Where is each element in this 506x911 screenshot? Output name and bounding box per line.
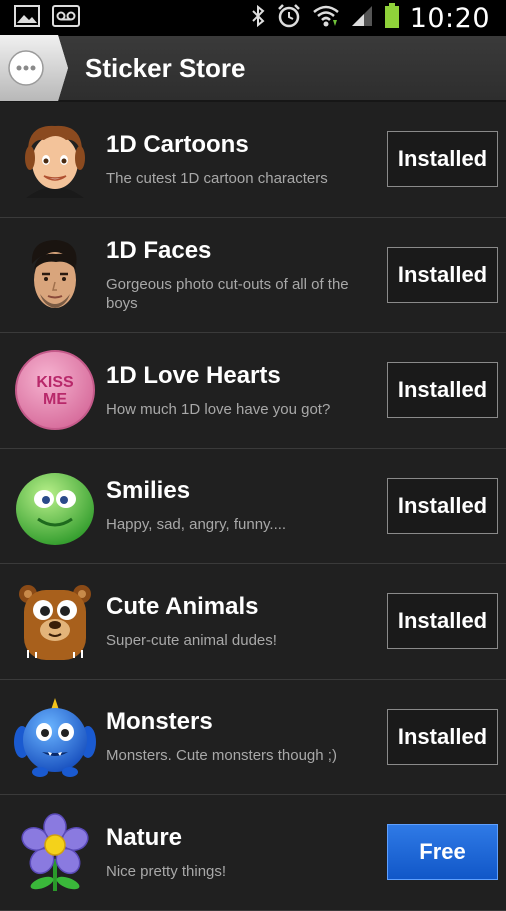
icon-text-me: ME (43, 391, 67, 408)
cartoon-face-icon (14, 118, 96, 200)
flower-icon (14, 811, 96, 893)
list-item[interactable]: Cute Animals Super-cute animal dudes! In… (0, 564, 506, 680)
sticker-description: Gorgeous photo cut-outs of all of the bo… (106, 275, 349, 312)
smiley-icon (14, 465, 96, 547)
sticker-name: 1D Love Hearts (106, 361, 281, 389)
sticker-name: Monsters (106, 708, 213, 736)
list-item[interactable]: KISS ME 1D Love Hearts How much 1D love … (0, 333, 506, 449)
list-item[interactable]: 1D Faces Gorgeous photo cut-outs of all … (0, 218, 506, 333)
action-bar: Sticker Store (0, 35, 506, 102)
sticker-description: How much 1D love have you got? (106, 400, 331, 418)
monster-icon (14, 696, 96, 778)
installed-button[interactable]: Installed (387, 708, 498, 765)
free-button[interactable]: Free (387, 824, 498, 881)
love-heart-icon: KISS ME (14, 349, 96, 431)
page-title: Sticker Store (85, 52, 246, 83)
battery-icon (384, 2, 400, 34)
sticker-description: Monsters. Cute monsters though ;) (106, 747, 337, 765)
installed-button[interactable]: Installed (387, 131, 498, 188)
sticker-name: 1D Cartoons (106, 130, 249, 158)
sticker-name: Smilies (106, 477, 191, 505)
sticker-list: 1D Cartoons The cutest 1D cartoon charac… (0, 102, 506, 911)
bluetooth-icon (250, 4, 266, 33)
voicemail-icon (52, 4, 80, 32)
icon-text-kiss: KISS (36, 374, 74, 391)
signal-icon (350, 4, 374, 33)
up-navigation-button[interactable] (0, 35, 70, 101)
list-item[interactable]: Smilies Happy, sad, angry, funny.... Ins… (0, 449, 506, 564)
status-bar: 10:20 (0, 0, 506, 36)
list-item[interactable]: 1D Cartoons The cutest 1D cartoon charac… (0, 102, 506, 218)
clock: 10:20 (409, 2, 490, 34)
sticker-description: Nice pretty things! (106, 862, 227, 880)
sticker-description: Super-cute animal dudes! (106, 631, 277, 649)
list-item[interactable]: Nature Nice pretty things! Free (0, 795, 506, 911)
sticker-name: Cute Animals (106, 592, 259, 620)
sticker-description: The cutest 1D cartoon characters (106, 169, 328, 187)
sticker-name: 1D Faces (106, 236, 212, 264)
installed-button[interactable]: Installed (387, 362, 498, 419)
chat-bubble-icon (0, 35, 68, 101)
sticker-description: Happy, sad, angry, funny.... (106, 516, 287, 534)
bear-icon (14, 580, 96, 662)
alarm-icon (276, 3, 302, 34)
installed-button[interactable]: Installed (387, 246, 498, 303)
installed-button[interactable]: Installed (387, 477, 498, 534)
image-icon (14, 4, 40, 32)
photo-face-icon (14, 234, 96, 316)
sticker-name: Nature (106, 823, 183, 851)
list-item[interactable]: Monsters Monsters. Cute monsters though … (0, 680, 506, 795)
installed-button[interactable]: Installed (387, 593, 498, 650)
wifi-icon (312, 4, 340, 33)
